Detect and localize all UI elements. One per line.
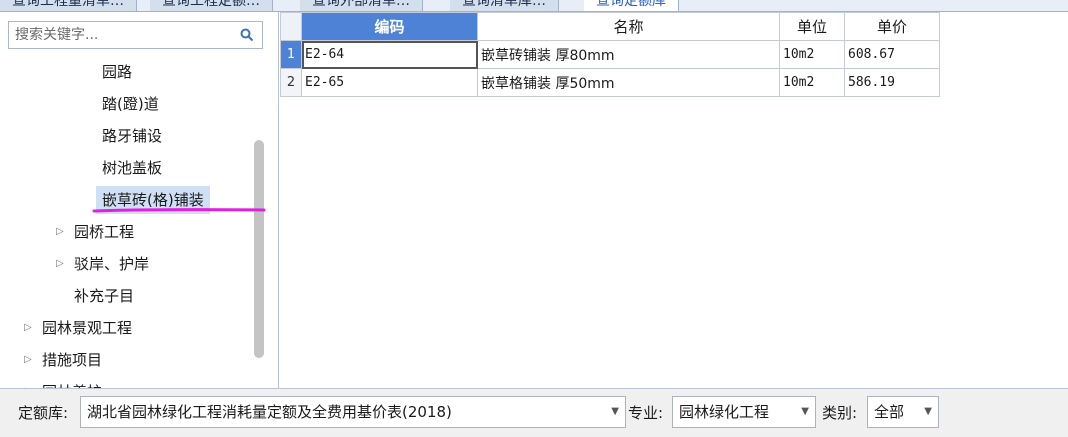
tree-scrollbar[interactable]	[254, 140, 264, 358]
quota-grid-panel: 编码 名称 单位 单价 1 E2-64 嵌草砖铺装 厚80mm 10m2 608…	[280, 12, 1068, 388]
tree-item-landscape-project[interactable]: 园林景观工程	[36, 314, 138, 342]
category-label: 类别:	[822, 404, 858, 422]
table-row[interactable]: 2 E2-65 嵌草格铺装 厚50mm 10m2 586.19	[280, 68, 940, 97]
search-icon[interactable]	[240, 28, 254, 42]
highlight-underline	[92, 208, 266, 213]
column-header-price[interactable]: 单价	[844, 12, 940, 41]
chevron-down-icon[interactable]: ▼	[801, 397, 809, 427]
quota-table: 编码 名称 单位 单价 1 E2-64 嵌草砖铺装 厚80mm 10m2 608…	[280, 12, 940, 97]
tab-query-bill[interactable]: 查询工程量清单…	[0, 0, 137, 11]
tree-item-supplement[interactable]: 补充子目	[68, 282, 140, 310]
table-header-row: 编码 名称 单位 单价	[280, 12, 940, 41]
quota-library-label: 定额库:	[18, 404, 69, 422]
tab-query-external-bill[interactable]: 查询外部清单…	[300, 0, 423, 11]
chevron-down-icon[interactable]: ▼	[924, 397, 932, 427]
tree-item-curb-paving[interactable]: 路牙铺设	[96, 122, 168, 150]
quota-tree-panel: 园路 踏(蹬)道 路牙铺设 树池盖板 嵌草砖(格)铺装 ▷ 园桥工程 ▷ 驳岸、…	[0, 12, 279, 388]
unit-cell[interactable]: 10m2	[779, 40, 845, 69]
tree-item-revetment[interactable]: 驳岸、护岸	[68, 250, 155, 278]
major-select[interactable]: 园林绿化工程 ▼	[672, 396, 816, 428]
expand-icon[interactable]: ▷	[24, 346, 32, 374]
column-header-name[interactable]: 名称	[477, 12, 780, 41]
expand-icon[interactable]: ▷	[24, 378, 32, 388]
filter-bar: 定额库: 湖北省园林绿化工程消耗量定额及全费用基价表(2018) ▼ 专业: 园…	[0, 388, 1068, 437]
tree-item-garden-maintenance[interactable]: 园林养护	[36, 378, 108, 388]
corner-cell	[280, 12, 302, 41]
tree-item-tree-pit-cover[interactable]: 树池盖板	[96, 154, 168, 182]
quota-library-value: 湖北省园林绿化工程消耗量定额及全费用基价表(2018)	[87, 403, 452, 421]
expand-icon[interactable]: ▷	[24, 314, 32, 342]
quota-library-select[interactable]: 湖北省园林绿化工程消耗量定额及全费用基价表(2018) ▼	[80, 396, 626, 428]
expand-icon[interactable]: ▷	[56, 250, 64, 278]
price-cell[interactable]: 608.67	[844, 40, 940, 69]
price-cell[interactable]: 586.19	[844, 68, 940, 97]
category-select[interactable]: 全部 ▼	[867, 396, 939, 428]
code-cell[interactable]: E2-65	[301, 68, 478, 97]
unit-cell[interactable]: 10m2	[779, 68, 845, 97]
tab-query-bill-library[interactable]: 查询清单库…	[450, 0, 559, 11]
category-value: 全部	[874, 403, 905, 421]
search-input[interactable]	[9, 22, 229, 48]
expand-icon[interactable]: ▷	[56, 218, 64, 246]
tree-item-garden-bridge[interactable]: 园桥工程	[68, 218, 140, 246]
chevron-down-icon[interactable]: ▼	[611, 397, 619, 427]
name-cell[interactable]: 嵌草砖铺装 厚80mm	[477, 40, 780, 69]
search-box	[8, 21, 263, 49]
tab-query-quota-project[interactable]: 查询工程定额…	[150, 0, 273, 11]
column-header-code[interactable]: 编码	[301, 12, 478, 41]
tree-item-garden-road[interactable]: 园路	[96, 58, 138, 86]
name-cell[interactable]: 嵌草格铺装 厚50mm	[477, 68, 780, 97]
code-cell[interactable]: E2-64	[301, 40, 478, 69]
row-number: 1	[280, 40, 302, 69]
column-header-unit[interactable]: 单位	[779, 12, 845, 41]
major-value: 园林绿化工程	[679, 403, 770, 421]
major-label: 专业:	[628, 404, 664, 422]
tab-query-quota-library[interactable]: 查询定额库	[584, 0, 679, 11]
row-number: 2	[280, 68, 302, 97]
tree-item-steps[interactable]: 踏(蹬)道	[96, 90, 165, 118]
table-row[interactable]: 1 E2-64 嵌草砖铺装 厚80mm 10m2 608.67	[280, 40, 940, 69]
tree-item-measures[interactable]: 措施项目	[36, 346, 108, 374]
tab-strip: 查询工程量清单… 查询工程定额… 查询外部清单… 查询清单库… 查询定额库	[0, 0, 1068, 12]
